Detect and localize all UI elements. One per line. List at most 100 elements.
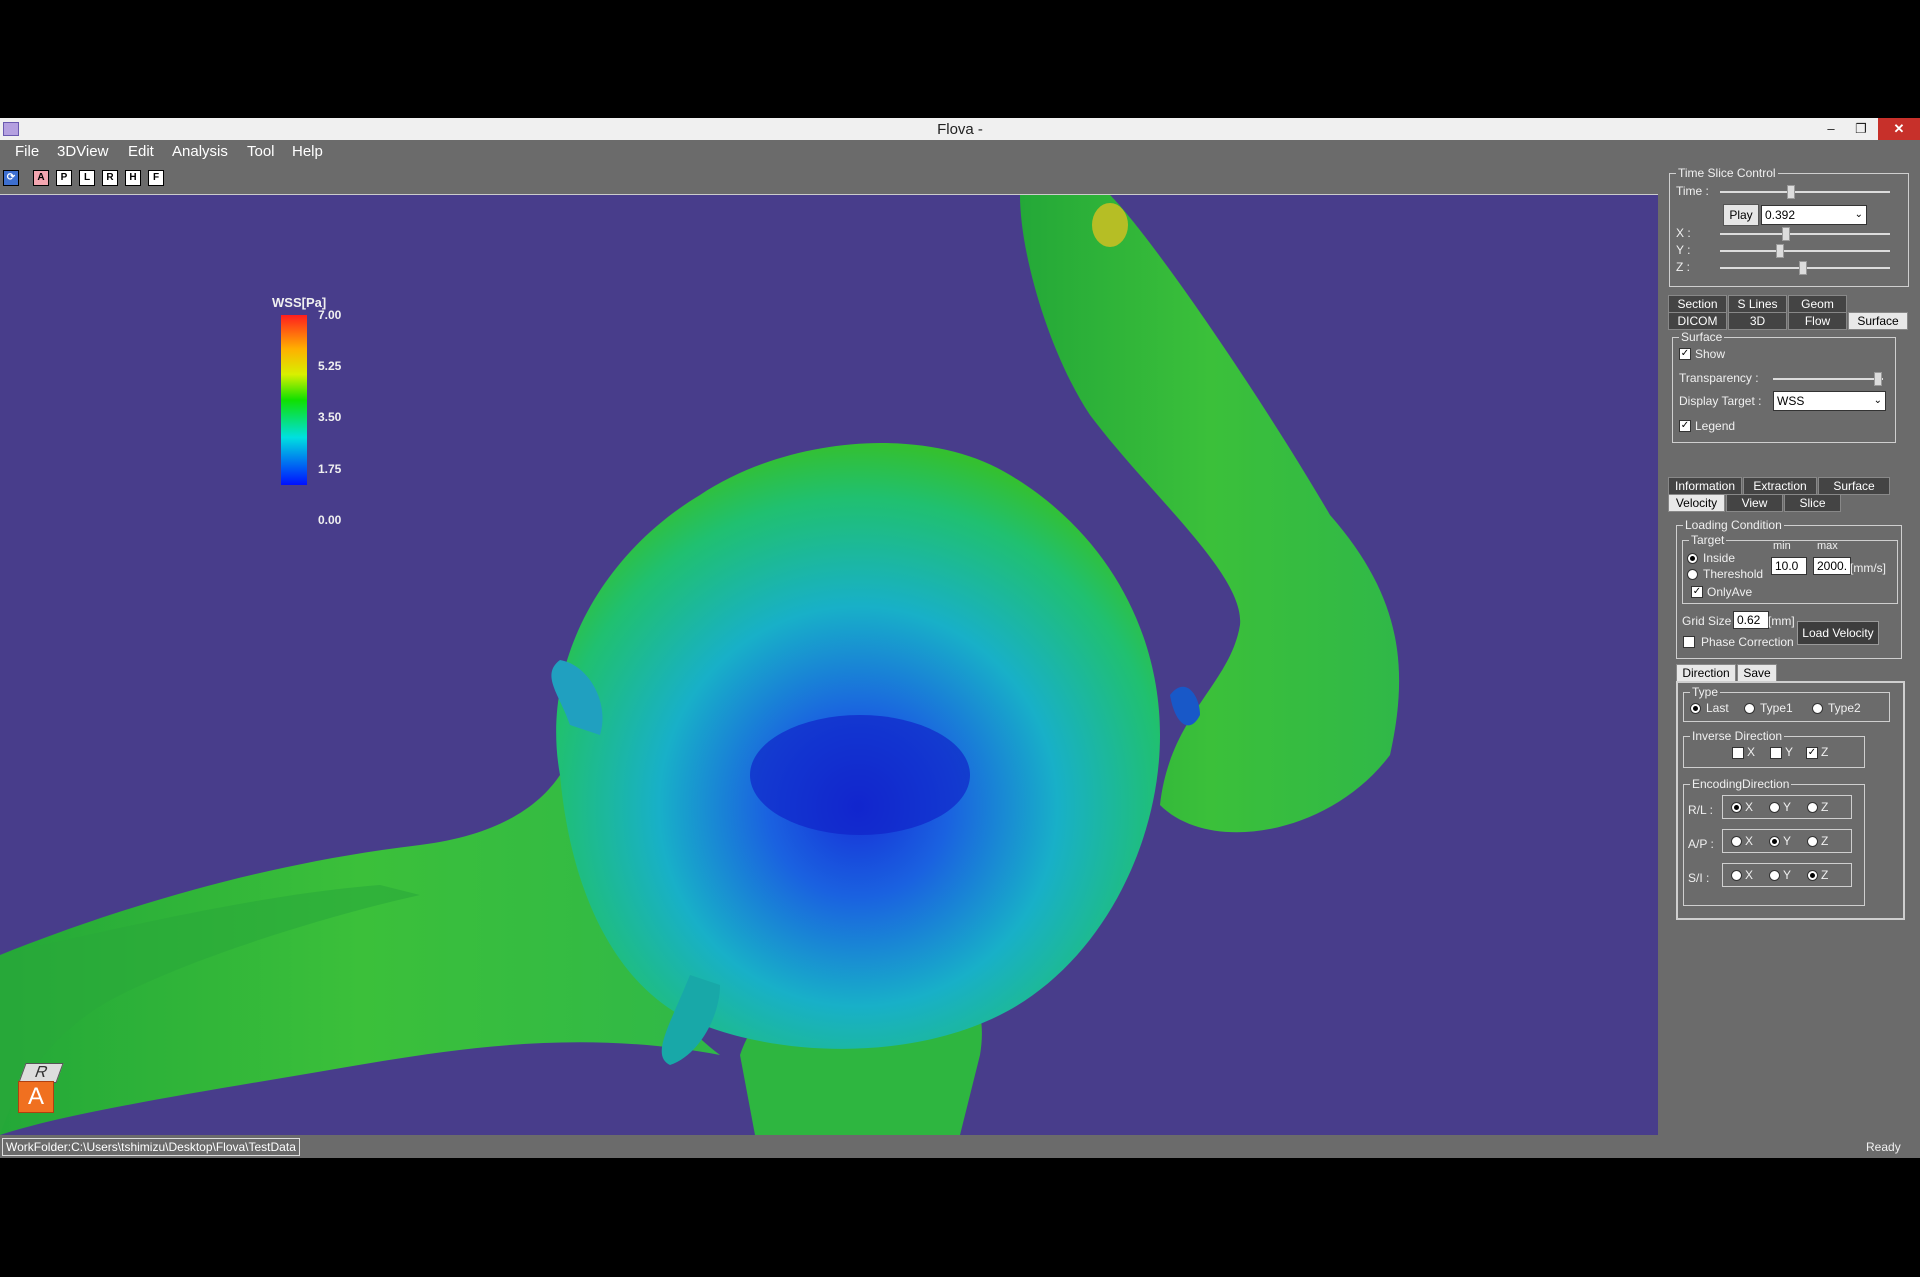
load-velocity-button[interactable]: Load Velocity <box>1797 621 1879 645</box>
tab-view[interactable]: View <box>1726 494 1783 512</box>
tab-3d[interactable]: 3D <box>1728 312 1787 330</box>
tab-dicom[interactable]: DICOM <box>1668 312 1727 330</box>
tab-save[interactable]: Save <box>1737 664 1777 682</box>
transparency-slider-thumb[interactable] <box>1873 372 1882 386</box>
tab-s-lines[interactable]: S Lines <box>1728 295 1787 313</box>
type1-label: Type1 <box>1760 701 1793 715</box>
inverse-y-checkbox[interactable] <box>1770 747 1782 759</box>
display-target-label: Display Target : <box>1679 394 1762 408</box>
tab-velocity[interactable]: Velocity <box>1668 494 1725 512</box>
z-slider-thumb[interactable] <box>1799 261 1808 275</box>
onlyave-checkbox[interactable]: ✓ <box>1691 586 1703 598</box>
toolbar-l[interactable]: L <box>79 170 95 186</box>
loading-condition-title: Loading Condition <box>1683 518 1784 532</box>
show-checkbox[interactable]: ✓ <box>1679 348 1691 360</box>
toolbar-a[interactable]: A <box>33 170 49 186</box>
grid-size-unit: [mm] <box>1768 614 1795 628</box>
si-x-radio[interactable] <box>1731 870 1742 881</box>
tab-geom[interactable]: Geom <box>1788 295 1847 313</box>
toolbar-p[interactable]: P <box>56 170 72 186</box>
minimize-button[interactable]: – <box>1816 118 1846 140</box>
x-slider[interactable] <box>1720 227 1890 241</box>
legend-checkbox[interactable]: ✓ <box>1679 420 1691 432</box>
threshold-radio[interactable] <box>1687 569 1698 580</box>
work-folder-path: WorkFolder:C:\Users\tshimizu\Desktop\Flo… <box>2 1138 300 1156</box>
tab-surface[interactable]: Surface <box>1848 312 1908 330</box>
time-slider-thumb[interactable] <box>1787 185 1796 199</box>
display-target-select[interactable]: WSS ⌄ <box>1773 391 1886 411</box>
menu-edit[interactable]: Edit <box>128 143 154 160</box>
toolbar-f[interactable]: F <box>148 170 164 186</box>
3d-viewport[interactable]: WSS[Pa] 7.00 5.25 3.50 1.75 0.00 R A <box>0 194 1658 1135</box>
rl-y-radio[interactable] <box>1769 802 1780 813</box>
tab-flow[interactable]: Flow <box>1788 312 1847 330</box>
inside-radio[interactable] <box>1687 553 1698 564</box>
inverse-z-label: Z <box>1821 745 1829 759</box>
ap-y-radio[interactable] <box>1769 836 1780 847</box>
threshold-label: Thereshold <box>1703 567 1764 581</box>
chevron-down-icon: ⌄ <box>1873 395 1882 406</box>
ap-y-label: Y <box>1783 834 1792 848</box>
menu-3dview[interactable]: 3DView <box>57 143 108 160</box>
toolbar-r[interactable]: R <box>102 170 118 186</box>
type-last-radio[interactable] <box>1690 703 1701 714</box>
orientation-cube-icon[interactable]: R A <box>18 1063 64 1113</box>
type2-label: Type2 <box>1828 701 1861 715</box>
inverse-direction-group: Inverse Direction X Y ✓ Z <box>1683 729 1865 768</box>
close-button[interactable]: ✕ <box>1878 118 1920 140</box>
rl-x-radio[interactable] <box>1731 802 1742 813</box>
type1-radio[interactable] <box>1744 703 1755 714</box>
play-button[interactable]: Play <box>1723 204 1759 226</box>
tab-direction[interactable]: Direction <box>1676 664 1736 682</box>
direction-panel: Type Last Type1 Type2 Inverse Direction … <box>1676 681 1905 920</box>
maximize-button[interactable]: ❐ <box>1846 118 1876 140</box>
inverse-z-checkbox[interactable]: ✓ <box>1806 747 1818 759</box>
ap-z-label: Z <box>1821 834 1829 848</box>
tab-extraction[interactable]: Extraction <box>1743 477 1817 495</box>
inverse-x-checkbox[interactable] <box>1732 747 1744 759</box>
transparency-label: Transparency : <box>1679 371 1759 385</box>
show-label: Show <box>1695 347 1726 361</box>
phase-correction-checkbox[interactable] <box>1683 636 1695 648</box>
si-y-label: Y <box>1783 868 1792 882</box>
z-slider[interactable] <box>1720 261 1890 275</box>
min-input[interactable]: 10.0 <box>1771 557 1807 575</box>
ap-z-radio[interactable] <box>1807 836 1818 847</box>
type2-radio[interactable] <box>1812 703 1823 714</box>
target-title: Target <box>1689 533 1727 547</box>
type-title: Type <box>1690 685 1721 699</box>
encoding-direction-group: EncodingDirection R/L : X Y Z A/P : X Y … <box>1683 777 1865 906</box>
wss-colorbar <box>281 315 307 485</box>
legend-tick: 1.75 <box>318 462 342 476</box>
rl-z-radio[interactable] <box>1807 802 1818 813</box>
tab-section[interactable]: Section <box>1668 295 1727 313</box>
app-window: Flova - – ❐ ✕ File 3DView Edit Analysis … <box>0 118 1920 1158</box>
z-label: Z : <box>1676 260 1690 274</box>
tab-slice[interactable]: Slice <box>1784 494 1841 512</box>
ap-x-radio[interactable] <box>1731 836 1742 847</box>
y-slider[interactable] <box>1720 244 1890 258</box>
tab-surface-2[interactable]: Surface <box>1818 477 1890 495</box>
menu-tool[interactable]: Tool <box>247 143 275 160</box>
tab-information[interactable]: Information <box>1668 477 1742 495</box>
time-select[interactable]: 0.392 ⌄ <box>1761 205 1867 225</box>
si-y-radio[interactable] <box>1769 870 1780 881</box>
menu-help[interactable]: Help <box>292 143 323 160</box>
rl-x-label: X <box>1745 800 1754 814</box>
transparency-slider[interactable] <box>1773 372 1883 386</box>
max-input[interactable]: 2000. <box>1813 557 1851 575</box>
display-target-value: WSS <box>1777 394 1805 408</box>
menu-file[interactable]: File <box>15 143 39 160</box>
si-z-radio[interactable] <box>1807 870 1818 881</box>
ap-label: A/P : <box>1688 837 1714 851</box>
y-slider-thumb[interactable] <box>1775 244 1784 258</box>
view-icon[interactable]: ⟳ <box>3 170 19 186</box>
time-slider[interactable] <box>1720 185 1890 199</box>
x-label: X : <box>1676 226 1691 240</box>
grid-size-input[interactable]: 0.62 <box>1733 611 1769 629</box>
menu-analysis[interactable]: Analysis <box>172 143 228 160</box>
min-label: min <box>1773 540 1791 552</box>
toolbar-h[interactable]: H <box>125 170 141 186</box>
x-slider-thumb[interactable] <box>1782 227 1791 241</box>
type-last-label: Last <box>1706 701 1729 715</box>
